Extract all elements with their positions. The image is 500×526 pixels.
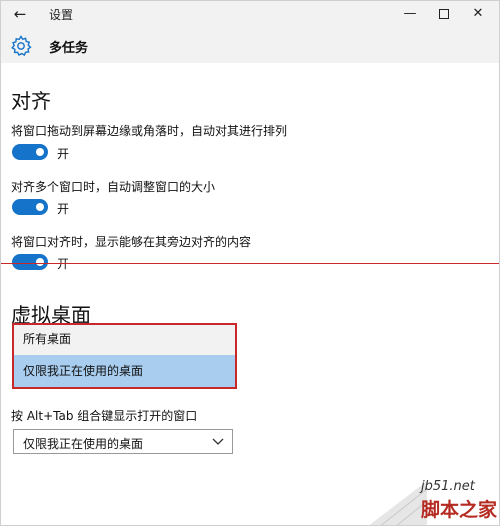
snap-option-1-label: 将窗口拖动到屏幕边缘或角落时，自动对其进行排列 xyxy=(11,124,288,138)
toggle-knob xyxy=(36,148,44,156)
minimize-icon: — xyxy=(403,6,417,21)
snap-option-1-state: 开 xyxy=(57,147,70,161)
maximize-icon xyxy=(439,8,449,19)
minimize-button[interactable]: — xyxy=(393,1,427,27)
toggle-knob xyxy=(36,203,44,211)
alt-tab-label: 按 Alt+Tab 组合键显示打开的窗口 xyxy=(11,409,198,423)
watermark-triangle-graphic xyxy=(369,481,427,525)
gear-icon xyxy=(11,35,32,56)
snap-option-2-label: 对齐多个窗口时，自动调整窗口的大小 xyxy=(11,180,216,194)
close-icon: ✕ xyxy=(472,6,484,21)
dropdown-option-current-desktop[interactable]: 仅限我正在使用的桌面 xyxy=(14,355,235,387)
back-arrow-icon: ← xyxy=(13,5,27,23)
page-title: 多任务 xyxy=(49,41,89,56)
snap-option-3-toggle[interactable] xyxy=(12,254,48,270)
snap-heading: 对齐 xyxy=(11,89,51,113)
alt-tab-select[interactable]: 仅限我正在使用的桌面 xyxy=(13,429,233,454)
watermark-url: jb51.net xyxy=(421,479,475,494)
annotation-divider-line xyxy=(1,263,499,264)
snap-option-1-toggle[interactable] xyxy=(12,144,48,160)
snap-option-2-toggle[interactable] xyxy=(12,199,48,215)
watermark-logo: 脚本之家 xyxy=(421,499,498,521)
alt-tab-select-value: 仅限我正在使用的桌面 xyxy=(23,437,144,451)
toggle-knob xyxy=(36,258,44,266)
page-header: 多任务 xyxy=(1,27,499,63)
back-button[interactable]: ← xyxy=(9,3,31,25)
window-title: 设置 xyxy=(49,8,74,22)
snap-option-2-state: 开 xyxy=(57,202,70,216)
desktop-dropdown-list: 所有桌面 仅限我正在使用的桌面 xyxy=(12,323,237,389)
settings-window: ← 设置 — ✕ 多任务 对齐 将窗口拖动到屏幕边缘或角落时，自动对其进行排列 … xyxy=(0,0,500,526)
maximize-button[interactable] xyxy=(427,1,461,27)
snap-option-3-label: 将窗口对齐时，显示能够在其旁边对齐的内容 xyxy=(11,235,252,249)
close-button[interactable]: ✕ xyxy=(461,1,495,27)
chevron-down-icon xyxy=(212,438,224,445)
dropdown-option-all-desktops[interactable]: 所有桌面 xyxy=(14,325,235,355)
title-bar: ← 设置 — ✕ xyxy=(1,1,499,27)
